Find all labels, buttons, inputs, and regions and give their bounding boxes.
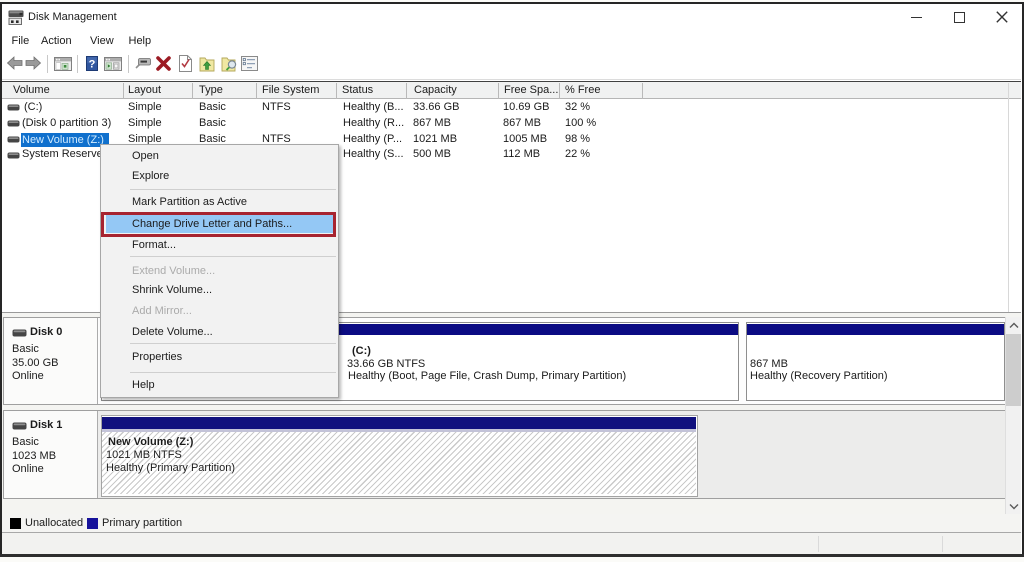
svg-text:?: ? bbox=[89, 59, 96, 71]
